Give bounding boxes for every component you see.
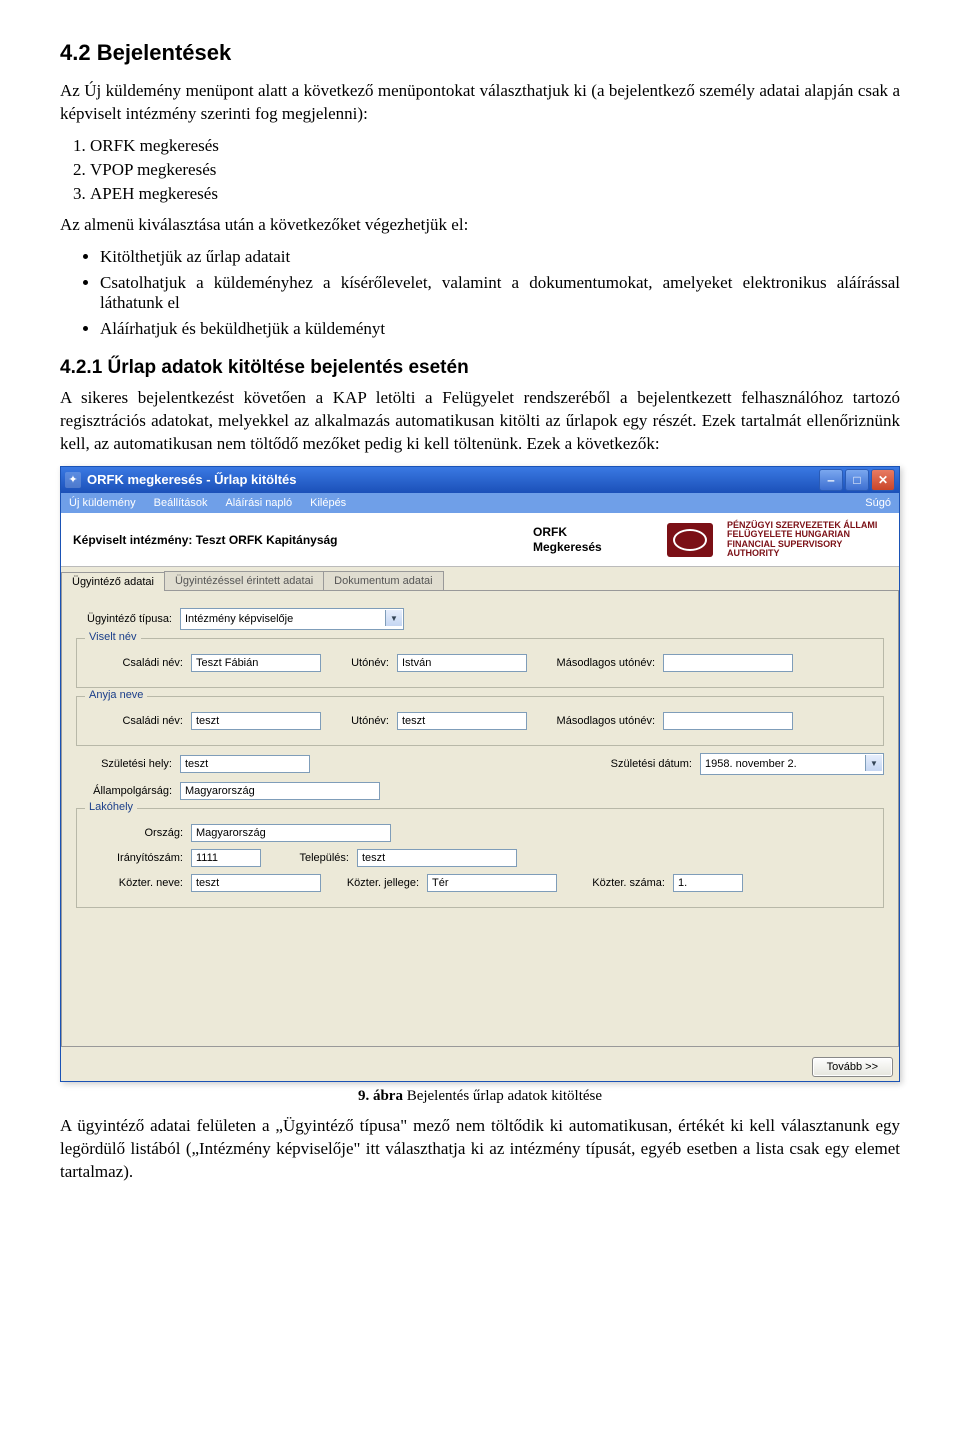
- label: Családi név:: [87, 657, 183, 669]
- anyja-masod-input[interactable]: [663, 712, 793, 730]
- orszag-input[interactable]: [191, 824, 391, 842]
- list-item: Kitölthetjük az űrlap adatait: [100, 247, 900, 267]
- szulhely-input[interactable]: [180, 755, 310, 773]
- label: Másodlagos utónév:: [535, 657, 655, 669]
- institution-label: Képviselt intézmény: Teszt ORFK Kapitány…: [73, 533, 519, 547]
- subsection-heading: 4.2.1 Űrlap adatok kitöltése bejelentés …: [60, 357, 900, 379]
- list-item: Aláírhatjuk és beküldhetjük a küldeményt: [100, 319, 900, 339]
- kozter-jellege-input[interactable]: [427, 874, 557, 892]
- paragraph: Az Új küldemény menüpont alatt a követke…: [60, 80, 900, 126]
- app-window: ✦ ORFK megkeresés - Űrlap kitöltés ‒ □ ✕…: [60, 466, 900, 1083]
- anyja-csaladi-input[interactable]: [191, 712, 321, 730]
- close-button[interactable]: ✕: [871, 469, 895, 491]
- kozter-neve-input[interactable]: [191, 874, 321, 892]
- pszaf-logo-icon: [667, 523, 713, 557]
- viselt-utonev-input[interactable]: [397, 654, 527, 672]
- tab-erintett[interactable]: Ügyintézéssel érintett adatai: [164, 571, 324, 590]
- app-icon: ✦: [65, 472, 81, 488]
- menu-help[interactable]: Súgó: [865, 497, 891, 509]
- label: Utónév:: [329, 657, 389, 669]
- legend: Anyja neve: [85, 689, 147, 701]
- paragraph: Az almenü kiválasztása után a következők…: [60, 214, 900, 237]
- paragraph: A sikeres bejelentkezést követően a KAP …: [60, 387, 900, 456]
- chevron-down-icon: ▼: [865, 755, 882, 771]
- allampolgarsag-input[interactable]: [180, 782, 380, 800]
- label: Közter. száma:: [565, 877, 665, 889]
- label: Másodlagos utónév:: [535, 715, 655, 727]
- label: Település:: [269, 852, 349, 864]
- footer-bar: Tovább >>: [61, 1047, 899, 1081]
- section-heading: 4.2 Bejelentések: [60, 40, 900, 66]
- label: Családi név:: [87, 715, 183, 727]
- menu-item[interactable]: Kilépés: [310, 497, 346, 509]
- legend: Viselt név: [85, 631, 141, 643]
- label: Utónév:: [329, 715, 389, 727]
- szuldatum-select[interactable]: 1958. november 2.▼: [700, 753, 884, 775]
- anyja-utonev-input[interactable]: [397, 712, 527, 730]
- group-lakohely: Lakóhely Ország: Irányítószám: Település…: [76, 808, 884, 908]
- banner-title: ORFKMegkeresés: [533, 525, 653, 554]
- tab-strip: Ügyintéző adatai Ügyintézéssel érintett …: [61, 567, 899, 590]
- group-viselt-nev: Viselt név Családi név: Utónév: Másodlag…: [76, 638, 884, 688]
- label: Közter. jellege:: [329, 877, 419, 889]
- bullet-list: Kitölthetjük az űrlap adatait Csatolhatj…: [100, 247, 900, 339]
- tab-ugyintezo[interactable]: Ügyintéző adatai: [61, 572, 165, 591]
- window-title: ORFK megkeresés - Űrlap kitöltés: [87, 472, 819, 487]
- list-item: APEH megkeresés: [90, 184, 900, 204]
- maximize-button[interactable]: □: [845, 469, 869, 491]
- menu-item[interactable]: Új küldemény: [69, 497, 136, 509]
- label: Irányítószám:: [87, 852, 183, 864]
- title-bar[interactable]: ✦ ORFK megkeresés - Űrlap kitöltés ‒ □ ✕: [61, 467, 899, 493]
- label: Közter. neve:: [87, 877, 183, 889]
- viselt-csaladi-input[interactable]: [191, 654, 321, 672]
- legend: Lakóhely: [85, 801, 137, 813]
- kozter-szama-input[interactable]: [673, 874, 743, 892]
- banner: Képviselt intézmény: Teszt ORFK Kapitány…: [61, 513, 899, 568]
- chevron-down-icon: ▼: [385, 610, 402, 626]
- ugyintezo-tipusa-select[interactable]: Intézmény képviselője▼: [180, 608, 404, 630]
- figure-caption: 9. ábra Bejelentés űrlap adatok kitöltés…: [60, 1088, 900, 1105]
- tab-dokumentum[interactable]: Dokumentum adatai: [323, 571, 443, 590]
- next-button[interactable]: Tovább >>: [812, 1057, 893, 1077]
- minimize-button[interactable]: ‒: [819, 469, 843, 491]
- label: Születési dátum:: [582, 758, 692, 770]
- list-item: Csatolhatjuk a küldeményhez a kísérőleve…: [100, 273, 900, 313]
- form-panel: Ügyintéző típusa: Intézmény képviselője▼…: [61, 590, 899, 1047]
- group-anyja-neve: Anyja neve Családi név: Utónév: Másodlag…: [76, 696, 884, 746]
- menu-bar: Új küldemény Beállítások Aláírási napló …: [61, 493, 899, 513]
- list-item: ORFK megkeresés: [90, 136, 900, 156]
- irsz-input[interactable]: [191, 849, 261, 867]
- paragraph: A ügyintéző adatai felületen a „Ügyintéz…: [60, 1115, 900, 1184]
- label: Születési hely:: [76, 758, 172, 770]
- label: Állampolgárság:: [76, 785, 172, 797]
- viselt-masod-input[interactable]: [663, 654, 793, 672]
- label: Ország:: [87, 827, 183, 839]
- numbered-list: ORFK megkeresés VPOP megkeresés APEH meg…: [90, 136, 900, 204]
- menu-item[interactable]: Beállítások: [154, 497, 208, 509]
- logo-text: PÉNZÜGYI SZERVEZETEK ÁLLAMI FELÜGYELETE …: [727, 521, 887, 559]
- label-tipus: Ügyintéző típusa:: [76, 613, 172, 625]
- menu-item[interactable]: Aláírási napló: [225, 497, 292, 509]
- list-item: VPOP megkeresés: [90, 160, 900, 180]
- telep-input[interactable]: [357, 849, 517, 867]
